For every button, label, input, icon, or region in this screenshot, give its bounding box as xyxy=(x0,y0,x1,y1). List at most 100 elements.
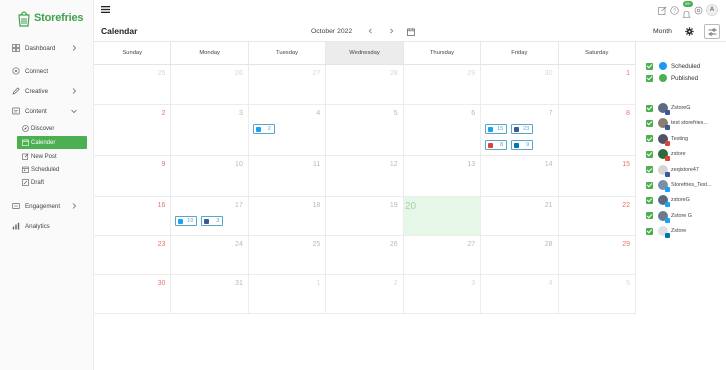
settings-icon[interactable] xyxy=(694,6,703,15)
checkbox[interactable] xyxy=(646,212,653,220)
calendar-day-cell[interactable]: 4 xyxy=(481,275,559,314)
day-number: 20 xyxy=(405,201,417,212)
linkedin-icon xyxy=(514,142,520,148)
brand-logo[interactable]: Storefries xyxy=(16,8,84,28)
view-selector[interactable]: Month xyxy=(653,28,672,35)
checkbox[interactable] xyxy=(646,74,653,82)
calendar-day-cell[interactable]: 6 xyxy=(403,105,482,156)
calendar-day-cell[interactable]: 15 xyxy=(558,156,636,197)
checkbox[interactable] xyxy=(646,181,653,189)
facebook-icon xyxy=(514,126,520,132)
calendar-day-cell[interactable]: 28 xyxy=(481,236,559,275)
calendar-day-cell[interactable]: 3 xyxy=(171,105,249,156)
help-icon[interactable]: ? xyxy=(670,5,679,15)
checkbox[interactable] xyxy=(646,62,653,70)
calendar-day-cell[interactable]: 23 xyxy=(94,236,172,275)
post-count-chip-facebook[interactable]: 23 xyxy=(511,124,534,134)
post-count-chip-google[interactable]: 8 xyxy=(485,140,508,150)
account-filter-row[interactable]: zstoreG xyxy=(646,194,690,208)
calendar-day-cell[interactable]: 2 xyxy=(326,275,404,314)
status-filter-published[interactable]: Published xyxy=(646,72,698,84)
calendar-day-cell[interactable]: 8 xyxy=(558,105,636,156)
calendar-day-cell[interactable]: 11 xyxy=(248,156,327,197)
calendar-day-cell[interactable]: 2 xyxy=(94,105,172,156)
account-filter-row[interactable]: zeqistore47 xyxy=(646,164,699,177)
compose-icon[interactable] xyxy=(658,5,667,15)
account-name: Zstore xyxy=(671,228,687,235)
filter-toggle-button[interactable] xyxy=(704,24,720,39)
post-count-chip-twitter[interactable]: 10 xyxy=(175,216,198,226)
calendar-day-cell[interactable]: 27 xyxy=(403,236,482,275)
checkbox[interactable] xyxy=(646,119,653,127)
post-count-chip-linkedin[interactable]: 9 xyxy=(511,140,534,150)
account-filter-row[interactable]: test storefries... xyxy=(646,117,708,131)
sidebar-subitem-scheduled[interactable]: Scheduled xyxy=(17,163,87,176)
hamburger-menu-icon[interactable] xyxy=(101,6,110,13)
post-count-chip-twitter[interactable]: 2 xyxy=(252,124,275,134)
account-filter-row[interactable]: Testing xyxy=(646,133,688,146)
calendar-day-cell[interactable]: 22 xyxy=(558,197,636,236)
sidebar-item-creative[interactable]: Creative xyxy=(0,83,94,99)
calendar-day-cell[interactable]: 25 xyxy=(94,65,172,105)
calendar-day-cell[interactable]: 5 xyxy=(558,275,636,314)
checkbox[interactable] xyxy=(646,135,653,143)
sidebar-subitem-discover[interactable]: Discover xyxy=(17,122,87,135)
calendar-day-cell[interactable]: 9 xyxy=(94,156,172,197)
sidebar-subitem-new-post[interactable]: New Post xyxy=(17,150,87,163)
post-count-chip-twitter[interactable]: 15 xyxy=(485,124,508,134)
account-filter-row[interactable]: ZstoreG xyxy=(646,102,690,115)
account-filter-row[interactable]: Storefries_Test... xyxy=(646,179,711,192)
calendar-day-cell[interactable]: 16 xyxy=(94,197,172,236)
status-filter-scheduled[interactable]: Scheduled xyxy=(646,60,700,72)
calendar-day-cell[interactable]: 30 xyxy=(94,275,172,314)
sidebar-item-content[interactable]: Content xyxy=(0,103,94,119)
account-filter-row[interactable]: Zstore G xyxy=(646,210,692,223)
calendar-day-cell[interactable]: 1 xyxy=(248,275,327,314)
account-avatar xyxy=(658,133,670,146)
day-number: 27 xyxy=(312,70,321,77)
account-filter-row[interactable]: Zstore xyxy=(646,225,687,239)
calendar-day-cell[interactable]: 24 xyxy=(171,236,249,275)
calendar-day-cell[interactable]: 30 xyxy=(481,65,559,105)
calendar-day-cell[interactable]: 28 xyxy=(326,65,404,105)
checkbox[interactable] xyxy=(646,196,653,204)
next-month-button[interactable] xyxy=(385,25,397,37)
checkbox[interactable] xyxy=(646,227,653,235)
calendar-day-cell[interactable]: 19 xyxy=(326,197,404,236)
checkbox[interactable] xyxy=(646,150,653,158)
sidebar-item-analytics[interactable]: Analytics xyxy=(0,218,94,234)
calendar-day-cell[interactable]: 20 xyxy=(403,197,482,236)
sidebar-item-dashboard[interactable]: Dashboard xyxy=(0,40,94,56)
calendar-day-cell[interactable]: 1 xyxy=(558,65,636,105)
calendar-day-cell[interactable]: 26 xyxy=(326,236,404,275)
calendar-day-cell[interactable]: 31 xyxy=(171,275,249,314)
calendar-day-cell[interactable]: 12 xyxy=(326,156,404,197)
post-count-chip-facebook[interactable]: 3 xyxy=(201,216,224,226)
calendar-day-cell[interactable]: 26 xyxy=(171,65,249,105)
checkbox[interactable] xyxy=(646,166,653,174)
calendar-day-cell[interactable]: 14 xyxy=(481,156,559,197)
sidebar-item-engagement[interactable]: Engagement xyxy=(0,198,94,214)
calendar-day-cell[interactable]: 29 xyxy=(558,236,636,275)
prev-month-button[interactable] xyxy=(364,25,376,37)
calendar-day-cell[interactable]: 13 xyxy=(403,156,482,197)
notifications[interactable]: 99+ xyxy=(682,0,693,18)
sidebar-item-connect[interactable]: Connect xyxy=(0,63,94,79)
calendar-day-cell[interactable]: 25 xyxy=(248,236,327,275)
calendar-day-cell[interactable]: 3 xyxy=(403,275,482,314)
date-picker-icon[interactable] xyxy=(407,28,415,36)
sidebar-subitem-draft[interactable]: Draft xyxy=(17,176,87,189)
sidebar-subitem-calender[interactable]: Calender xyxy=(17,136,87,149)
analytics-icon xyxy=(12,222,20,230)
calendar-day-cell[interactable]: 5 xyxy=(326,105,404,156)
calendar-day-cell[interactable]: 10 xyxy=(171,156,249,197)
calendar-day-cell[interactable]: 29 xyxy=(403,65,482,105)
account-filter-row[interactable]: zstore xyxy=(646,148,686,162)
calendar-day-cell[interactable]: 27 xyxy=(248,65,327,105)
checkbox[interactable] xyxy=(646,104,653,112)
user-avatar[interactable]: A xyxy=(706,4,718,16)
gear-icon[interactable] xyxy=(685,27,694,36)
calendar-day-cell[interactable]: 18 xyxy=(248,197,327,236)
calendar-day-cell[interactable]: 21 xyxy=(481,197,559,236)
account-name: zstore xyxy=(671,151,686,158)
